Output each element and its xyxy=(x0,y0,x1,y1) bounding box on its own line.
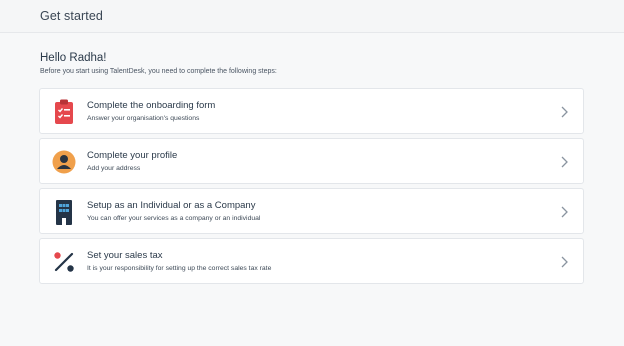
page-title: Get started xyxy=(40,9,103,23)
step-complete-profile[interactable]: Complete your profile Add your address xyxy=(39,138,584,184)
greeting-heading: Hello Radha! xyxy=(40,52,107,64)
step-title: Complete your profile xyxy=(87,150,178,161)
step-title: Set your sales tax xyxy=(87,250,163,261)
step-description: You can offer your services as a company… xyxy=(87,215,261,222)
percent-icon xyxy=(52,249,76,275)
onboarding-steps-list: Complete the onboarding form Answer your… xyxy=(39,88,584,288)
chevron-right-icon xyxy=(561,106,568,118)
user-avatar-icon xyxy=(52,149,76,175)
clipboard-checklist-icon xyxy=(52,99,76,125)
step-onboarding-form[interactable]: Complete the onboarding form Answer your… xyxy=(39,88,584,134)
step-description: Answer your organisation's questions xyxy=(87,115,200,122)
chevron-right-icon xyxy=(561,206,568,218)
step-title: Setup as an Individual or as a Company xyxy=(87,200,256,211)
step-description: It is your responsibility for setting up… xyxy=(87,265,272,272)
chevron-right-icon xyxy=(561,256,568,268)
step-description: Add your address xyxy=(87,165,141,172)
step-title: Complete the onboarding form xyxy=(87,100,216,111)
chevron-right-icon xyxy=(561,156,568,168)
step-individual-or-company[interactable]: Setup as an Individual or as a Company Y… xyxy=(39,188,584,234)
intro-subtitle: Before you start using TalentDesk, you n… xyxy=(40,68,277,75)
step-sales-tax[interactable]: Set your sales tax It is your responsibi… xyxy=(39,238,584,284)
top-bar: Get started xyxy=(0,0,624,33)
office-building-icon xyxy=(52,199,76,225)
